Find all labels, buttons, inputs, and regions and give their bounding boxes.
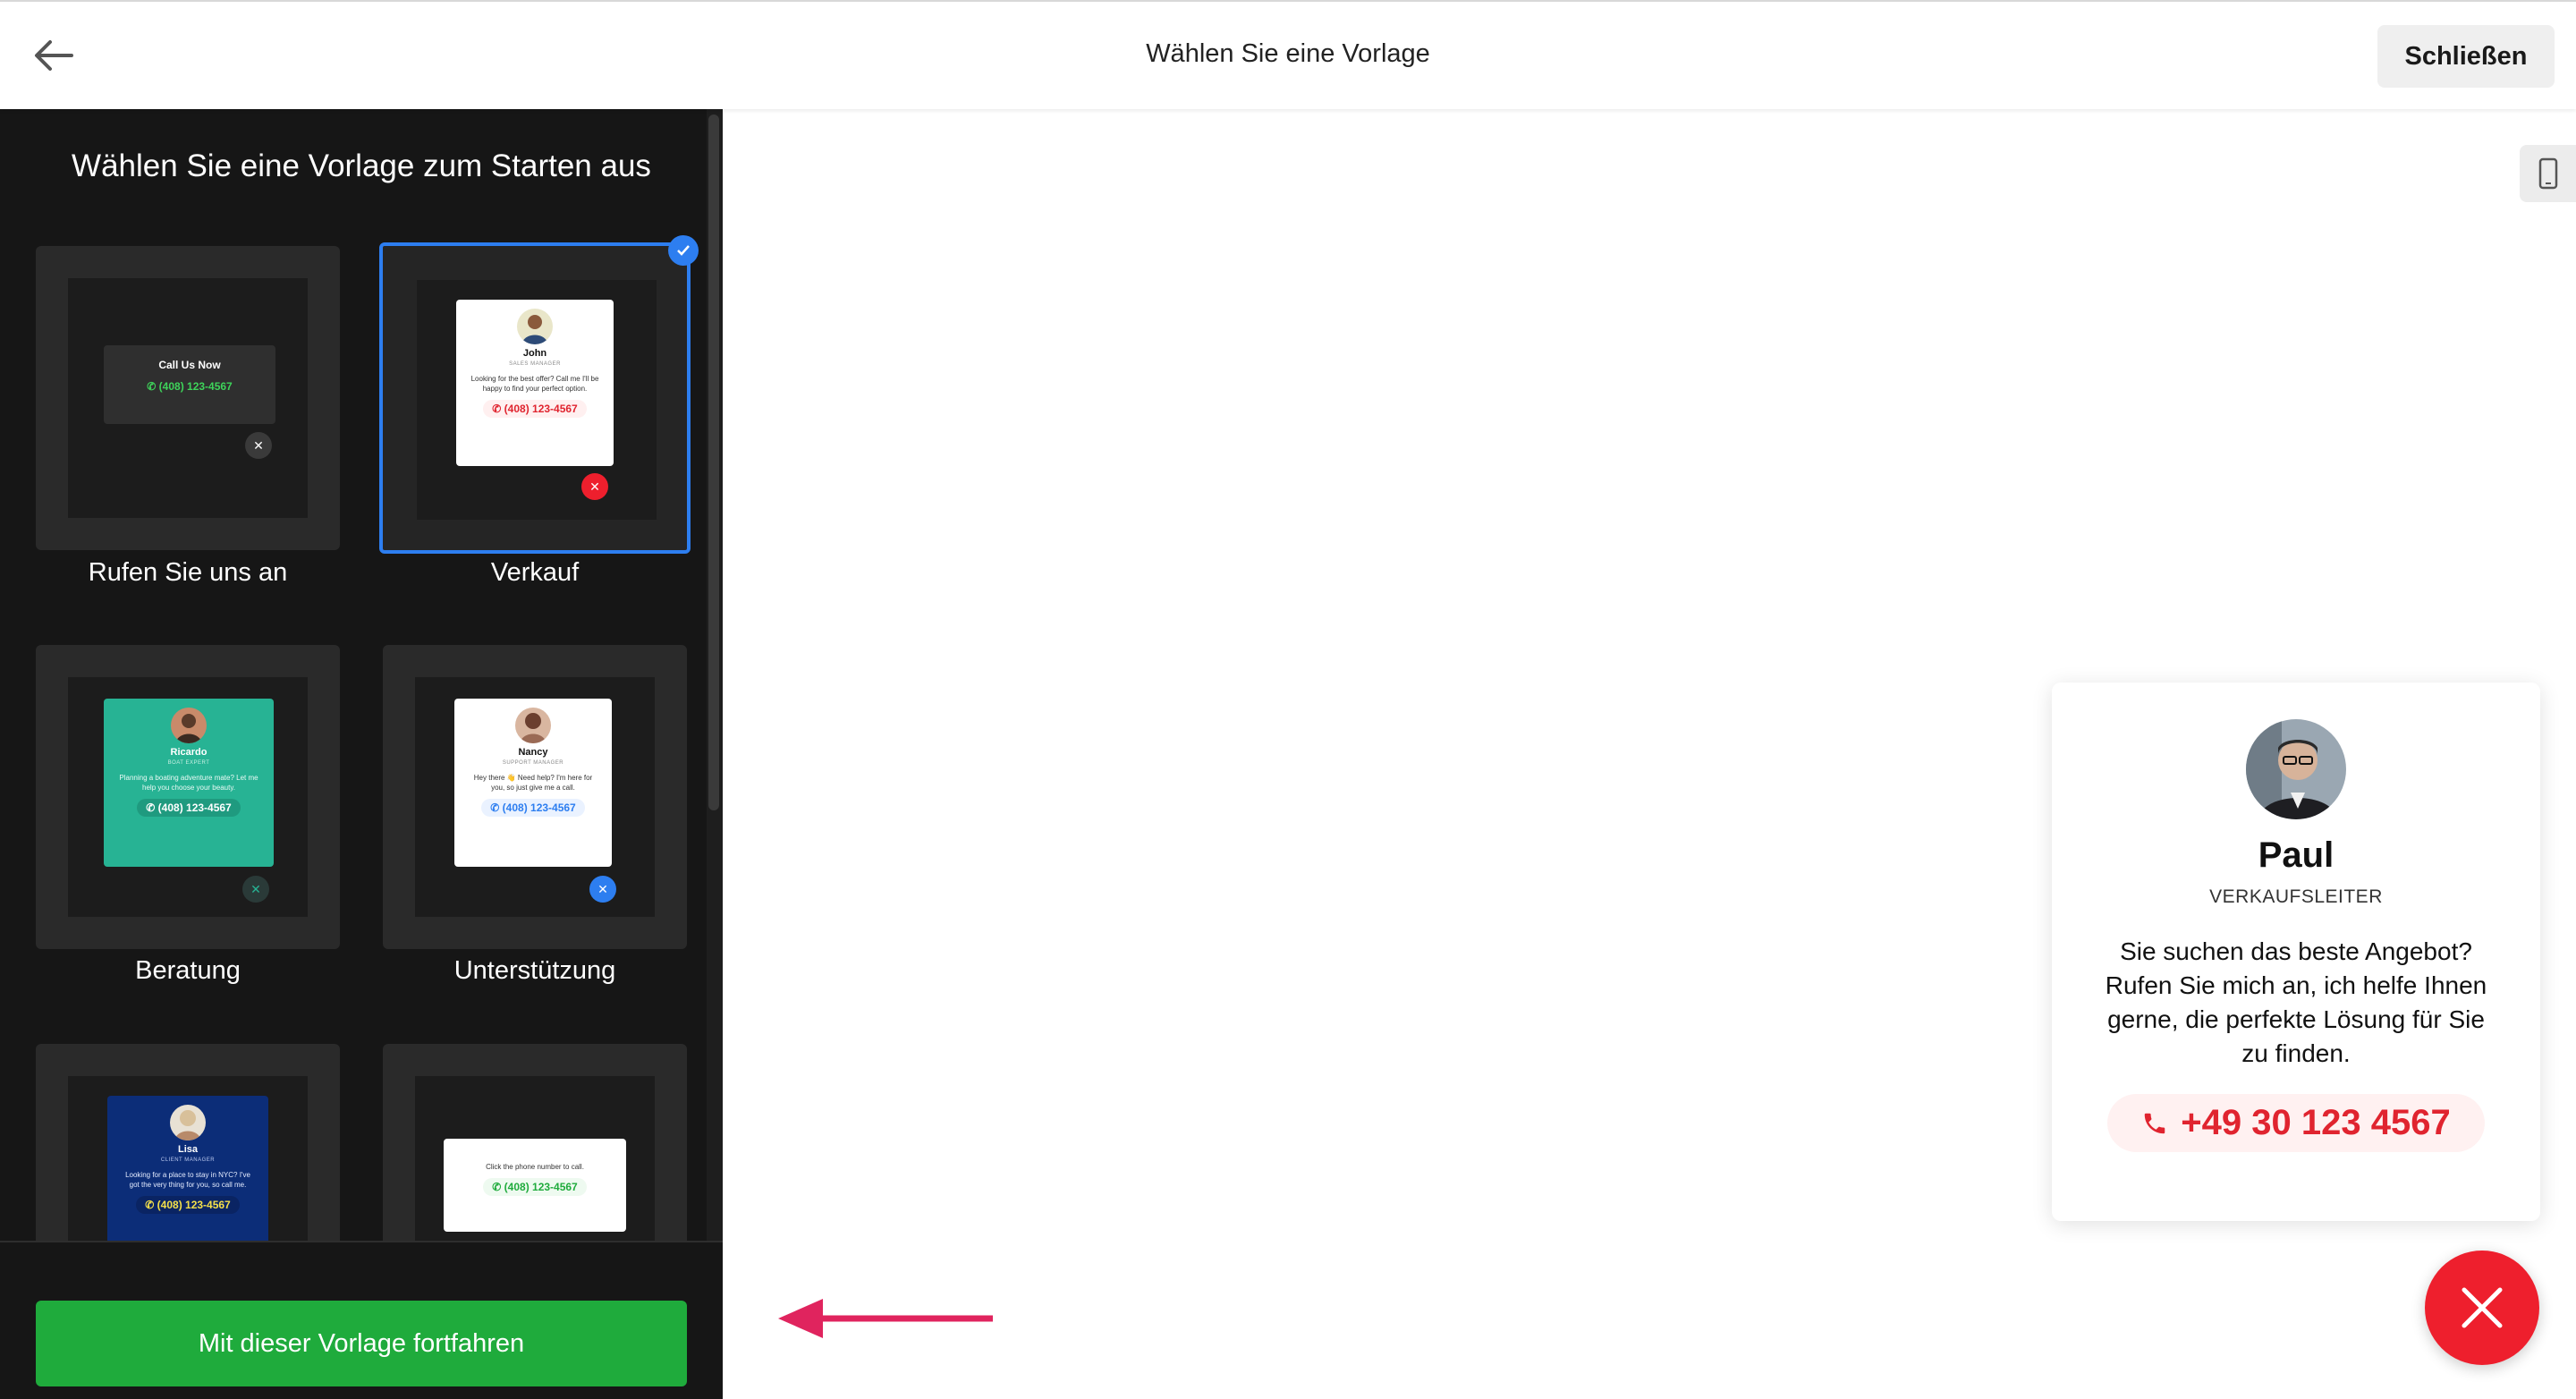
template-card-support[interactable]: Nancy SUPPORT MANAGER Hey there 👋 Need h… xyxy=(383,645,687,949)
avatar xyxy=(170,1105,206,1140)
close-button[interactable]: Schließen xyxy=(2377,25,2555,88)
preview-phone: (408) 123-4567 xyxy=(157,1199,231,1211)
phone-icon: ✆ xyxy=(146,801,156,814)
preview-card: John SALES MANAGER Looking for the best … xyxy=(456,300,614,466)
template-preview: Ricardo BOAT EXPERT Planning a boating a… xyxy=(68,677,308,917)
continue-with-template-button[interactable]: Mit dieser Vorlage fortfahren xyxy=(36,1301,687,1386)
preview-role: BOAT EXPERT xyxy=(167,760,210,766)
close-icon: ✕ xyxy=(242,876,269,903)
preview-phone: (408) 123-4567 xyxy=(157,801,232,814)
widget-close-button[interactable] xyxy=(2425,1251,2539,1365)
avatar xyxy=(517,309,553,344)
template-preview: John SALES MANAGER Looking for the best … xyxy=(417,280,657,520)
phone-icon: ✆ xyxy=(492,1181,502,1193)
close-icon: ✕ xyxy=(245,432,272,459)
mobile-preview-button[interactable] xyxy=(2520,145,2576,202)
preview-text: Hey there 👋 Need help? I'm here for you,… xyxy=(473,774,593,792)
preview-card: Nancy SUPPORT MANAGER Hey there 👋 Need h… xyxy=(454,699,612,867)
preview-name: Ricardo xyxy=(170,747,208,758)
phone-icon: ✆ xyxy=(147,380,157,393)
phone-icon: ✆ xyxy=(492,403,502,415)
agent-name: Paul xyxy=(2258,835,2334,875)
close-icon: ✕ xyxy=(581,473,608,500)
arrow-left-icon xyxy=(778,1299,993,1338)
avatar xyxy=(2246,719,2346,819)
phone-icon: ✆ xyxy=(145,1199,155,1211)
template-card-consulting[interactable]: Ricardo BOAT EXPERT Planning a boating a… xyxy=(36,645,340,949)
preview-text: Looking for the best offer? Call me I'll… xyxy=(470,375,599,393)
phone-number: +49 30 123 4567 xyxy=(2181,1103,2451,1142)
template-label: Beratung xyxy=(135,956,241,985)
preview-text: Planning a boating adventure mate? Let m… xyxy=(119,774,258,792)
selected-check-icon xyxy=(668,235,699,266)
preview-name: Lisa xyxy=(177,1144,198,1155)
preview-phone: (408) 123-4567 xyxy=(502,801,576,814)
preview-role: CLIENT MANAGER xyxy=(160,1157,216,1163)
mobile-phone-icon xyxy=(2538,157,2557,190)
sidebar-footer: Mit dieser Vorlage fortfahren xyxy=(0,1241,723,1399)
preview-card: Click the phone number to call. ✆ (408) … xyxy=(444,1139,626,1232)
template-sidebar: Wählen Sie eine Vorlage zum Starten aus … xyxy=(0,109,723,1399)
template-card-sales[interactable]: John SALES MANAGER Looking for the best … xyxy=(379,242,691,554)
preview-card: Ricardo BOAT EXPERT Planning a boating a… xyxy=(104,699,274,867)
preview-card: Call Us Now ✆ (408) 123-4567 xyxy=(104,345,275,424)
avatar xyxy=(171,708,207,743)
template-preview: Call Us Now ✆ (408) 123-4567 ✕ xyxy=(68,278,308,518)
phone-icon xyxy=(2145,1113,2165,1133)
preview-role: SUPPORT MANAGER xyxy=(502,760,564,766)
preview-title: Call Us Now xyxy=(158,359,221,371)
sidebar-heading: Wählen Sie eine Vorlage zum Starten aus xyxy=(72,148,651,183)
template-label: Verkauf xyxy=(490,558,580,587)
preview-role: SALES MANAGER xyxy=(509,361,561,367)
call-button[interactable]: +49 30 123 4567 xyxy=(2107,1094,2485,1152)
preview-widget: Paul VERKAUFSLEITER Sie suchen das beste… xyxy=(2052,683,2540,1221)
preview-phone: (408) 123-4567 xyxy=(504,1181,578,1193)
preview-name: Nancy xyxy=(518,747,548,758)
agent-role: VERKAUFSLEITER xyxy=(2209,886,2383,907)
phone-icon: ✆ xyxy=(490,801,500,814)
avatar xyxy=(515,708,551,743)
template-card-call-us[interactable]: Call Us Now ✆ (408) 123-4567 ✕ xyxy=(36,246,340,550)
close-icon xyxy=(2462,1287,2503,1328)
template-label: Rufen Sie uns an xyxy=(88,558,288,587)
scrollbar-thumb[interactable] xyxy=(708,114,719,810)
agent-message: Sie suchen das beste Angebot? Rufen Sie … xyxy=(2105,937,2487,1067)
preview-phone: (408) 123-4567 xyxy=(504,403,578,415)
template-preview: Nancy SUPPORT MANAGER Hey there 👋 Need h… xyxy=(415,677,655,917)
top-bar: Wählen Sie eine Vorlage Schließen xyxy=(0,0,2576,109)
preview-text: Click the phone number to call. xyxy=(486,1163,584,1171)
preview-name: John xyxy=(522,348,547,359)
preview-phone: (408) 123-4567 xyxy=(158,380,233,393)
close-icon: ✕ xyxy=(589,876,616,903)
page-title: Wählen Sie eine Vorlage xyxy=(1146,39,1430,68)
template-label: Unterstützung xyxy=(453,956,616,985)
preview-text: Looking for a place to stay in NYC? I've… xyxy=(125,1171,250,1189)
